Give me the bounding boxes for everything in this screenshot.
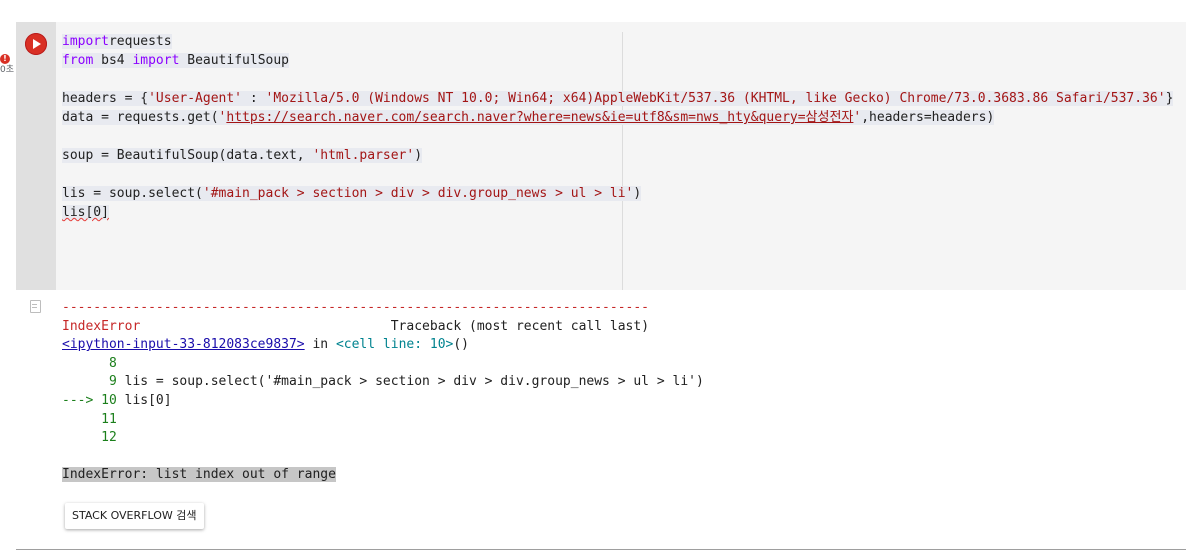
- execution-time: 0초: [0, 65, 15, 75]
- traceback-token: ----------------------------------------…: [62, 300, 649, 315]
- code-token: soup = BeautifulSoup(data.text,: [62, 148, 313, 163]
- traceback-token: in: [304, 337, 336, 353]
- code-token: https://search.naver.com/search.naver?wh…: [226, 110, 854, 125]
- traceback-line-text: IndexError Traceback (most recent call l…: [62, 319, 649, 334]
- traceback-token: ---> 10: [62, 392, 117, 408]
- code-token: }: [1165, 91, 1174, 106]
- traceback-line-text: 8: [62, 356, 117, 371]
- run-cell-button[interactable]: [25, 33, 47, 55]
- code-token: :: [242, 91, 266, 106]
- code-line-4: headers = {'User-Agent' : 'Mozilla/5.0 (…: [62, 89, 1174, 108]
- traceback-line-text: ----------------------------------------…: [62, 300, 649, 315]
- traceback-line-text: 12: [62, 430, 117, 445]
- search-stack-overflow-button[interactable]: STACK OVERFLOW 검색: [65, 503, 204, 529]
- traceback-token: (): [453, 337, 470, 353]
- traceback-line-6: ---> 10 lis[0]: [62, 392, 704, 411]
- code-content[interactable]: importrequests from bs4 import BeautifulS…: [62, 32, 1174, 222]
- code-token: ,headers=headers): [861, 110, 995, 125]
- traceback-token: lis[0]: [116, 392, 172, 408]
- traceback-line-text: ---> 10 lis[0]: [62, 393, 172, 408]
- code-token: '#main_pack > section > div > div.group_…: [202, 186, 634, 201]
- code-token: 'User-Agent': [148, 91, 243, 106]
- traceback-line-5: 9 lis = soup.select('#main_pack > sectio…: [62, 373, 704, 392]
- code-line-text: from bs4 import BeautifulSoup: [62, 53, 289, 68]
- traceback-line-4: 8: [62, 355, 704, 374]
- traceback-line-10: IndexError: list index out of range: [62, 466, 704, 485]
- left-gutter: ! 0초: [0, 22, 16, 551]
- top-strip: [0, 0, 1186, 22]
- code-token: ): [633, 186, 642, 201]
- code-token: bs4: [93, 53, 133, 68]
- traceback-line-7: 11: [62, 411, 704, 430]
- traceback-line-8: 12: [62, 429, 704, 448]
- code-token: 'html.parser': [312, 148, 415, 163]
- code-token: import: [132, 53, 180, 68]
- traceback-token: lis = soup.select('#main_pack > section …: [116, 374, 704, 390]
- code-token: lis[0]: [62, 205, 109, 220]
- traceback-token: Traceback (most recent call last): [140, 318, 650, 334]
- code-editor[interactable]: importrequests from bs4 import BeautifulS…: [56, 22, 1186, 290]
- code-line-text: soup = BeautifulSoup(data.text, 'html.pa…: [62, 148, 423, 163]
- traceback-line-text: 11: [62, 412, 117, 427]
- code-line-text: importrequests: [62, 34, 172, 49]
- traceback-file-link[interactable]: <ipython-input-33-812083ce9837>: [62, 337, 305, 352]
- traceback-line-1: ----------------------------------------…: [62, 299, 704, 318]
- traceback-token: IndexError: [62, 318, 141, 334]
- code-token: requests: [108, 34, 172, 49]
- code-token: 'Mozilla/5.0 (Windows NT 10.0; Win64; x6…: [265, 91, 1166, 106]
- traceback-token: 11: [62, 411, 117, 427]
- traceback-line-3: <ipython-input-33-812083ce9837> in <cell…: [62, 336, 704, 355]
- cell-gutter: [16, 22, 56, 290]
- traceback-token: 12: [62, 430, 117, 446]
- traceback-line-text: <ipython-input-33-812083ce9837> in <cell…: [62, 337, 469, 352]
- error-indicator-icon: !: [0, 54, 10, 64]
- code-line-7: soup = BeautifulSoup(data.text, 'html.pa…: [62, 146, 1173, 165]
- code-line-text: headers = {'User-Agent' : 'Mozilla/5.0 (…: [62, 91, 1174, 106]
- code-line-text: lis = soup.select('#main_pack > section …: [62, 186, 642, 201]
- code-line-2: from bs4 import BeautifulSoup: [62, 51, 1173, 70]
- code-token: BeautifulSoup: [179, 53, 289, 68]
- cell-output: ----------------------------------------…: [16, 290, 1186, 549]
- traceback-token: 8: [62, 355, 117, 371]
- traceback-line-9: [62, 448, 704, 467]
- traceback-output: ----------------------------------------…: [62, 299, 704, 485]
- traceback-token: IndexError: list index out of range: [62, 467, 336, 483]
- code-line-10: lis[0]: [62, 203, 1173, 222]
- traceback-line-text: 9 lis = soup.select('#main_pack > sectio…: [62, 374, 704, 389]
- code-cell: importrequests from bs4 import BeautifulS…: [16, 22, 1186, 550]
- code-line-9: lis = soup.select('#main_pack > section …: [62, 184, 1173, 203]
- code-line-text: lis[0]: [62, 205, 109, 220]
- code-line-text: data = requests.get('https://search.nave…: [62, 110, 995, 125]
- code-line-5: data = requests.get('https://search.nave…: [62, 108, 1173, 127]
- code-line-1: importrequests: [62, 32, 1173, 51]
- code-token: ): [414, 148, 423, 163]
- traceback-token: 9: [62, 374, 117, 390]
- traceback-line-2: IndexError Traceback (most recent call l…: [62, 318, 704, 337]
- code-token: headers = {: [62, 91, 149, 106]
- output-menu-icon[interactable]: [30, 300, 41, 313]
- code-token: lis = soup.select(: [62, 186, 203, 201]
- code-token: from: [62, 53, 94, 68]
- code-token: import: [62, 34, 109, 49]
- traceback-line-text: IndexError: list index out of range: [62, 467, 336, 483]
- execution-status: ! 0초: [0, 54, 15, 78]
- code-token: data = requests.get(: [62, 110, 219, 125]
- traceback-token: <cell line: 10>: [335, 337, 454, 353]
